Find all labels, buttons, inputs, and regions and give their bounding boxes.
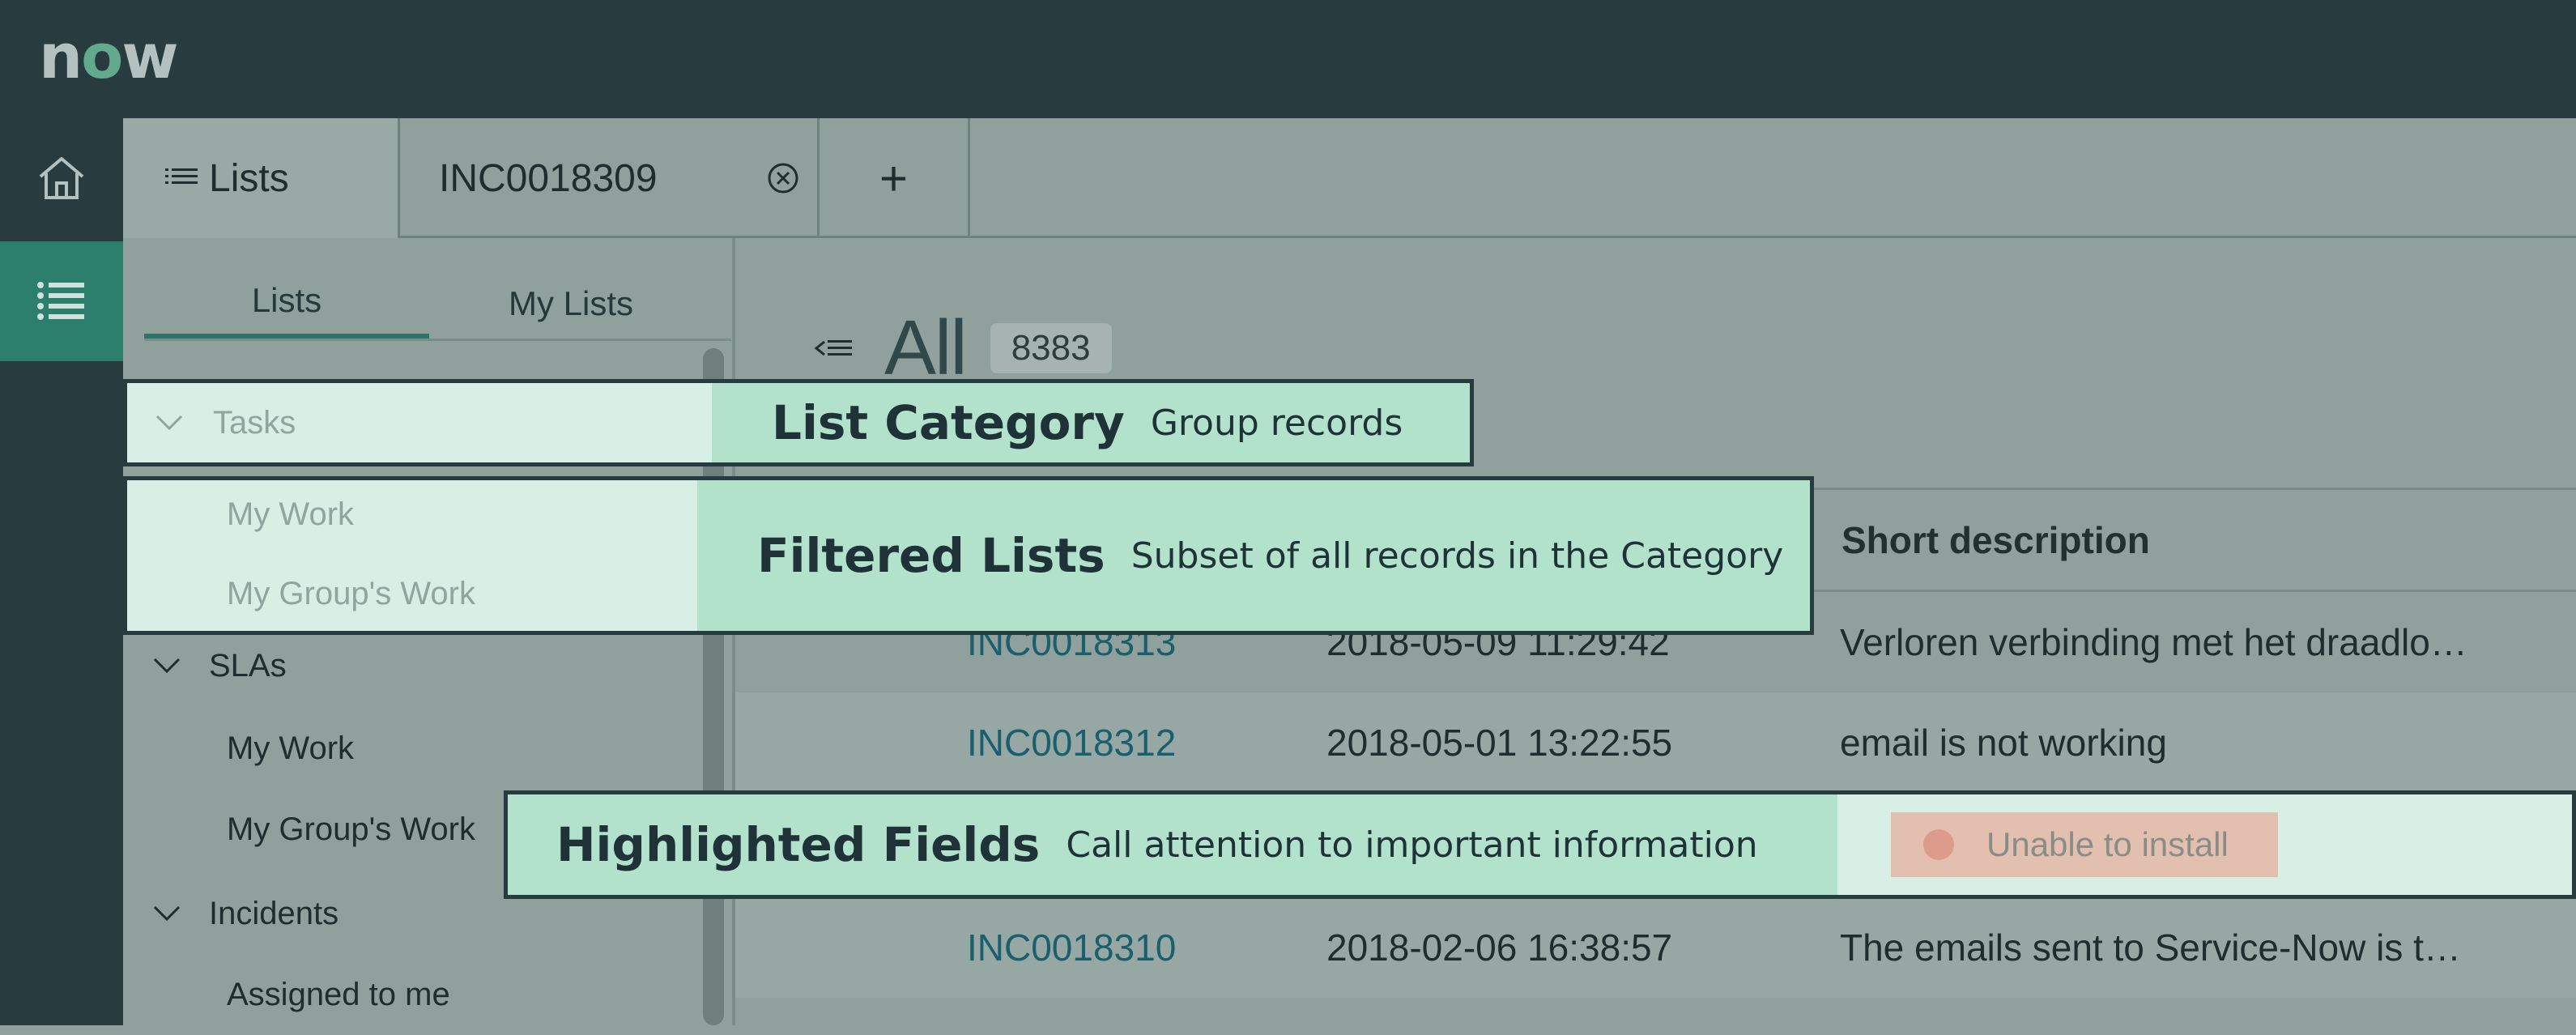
chevron-down-icon (143, 905, 191, 922)
new-tab-button[interactable]: + (820, 118, 970, 238)
logo-text: now (39, 20, 179, 92)
chevron-down-icon (143, 657, 191, 675)
sidebar-item-my-groups-work[interactable]: My Group's Work (227, 576, 475, 612)
tab-incident[interactable]: INC0018309 (400, 118, 820, 238)
highlighted-category-row[interactable]: Tasks (127, 383, 712, 462)
subtab-lists[interactable]: Lists (144, 267, 429, 340)
callout-highlighted-fields: Highlighted Fields Call attention to imp… (504, 790, 2576, 899)
table-row[interactable]: INC0018310 2018-02-06 16:38:57 The email… (735, 897, 2576, 998)
description-cell: email is not working (1840, 722, 2167, 764)
tab-label: Lists (209, 156, 289, 200)
home-icon (39, 157, 84, 199)
column-header-short-description[interactable]: Short description (1842, 518, 2150, 562)
list-icon (37, 282, 84, 320)
rail-lists-button[interactable] (0, 241, 123, 361)
tab-lists[interactable]: Lists (123, 118, 400, 238)
callout-list-category: Tasks List Category Group records (123, 379, 1474, 466)
chevron-down-icon (155, 415, 183, 431)
record-count-badge: 8383 (990, 323, 1112, 373)
sidebar-item-assigned-to-me[interactable]: Assigned to me (123, 954, 690, 1035)
category-label: Tasks (213, 404, 296, 441)
plus-icon: + (879, 151, 909, 206)
date-cell: 2018-05-01 13:22:55 (1326, 722, 1673, 764)
highlighted-description: Unable to install (1986, 825, 2229, 863)
sidebar-item-my-work[interactable]: My Work (227, 496, 354, 533)
collapse-list-icon[interactable] (813, 334, 858, 363)
category-label: SLAs (209, 647, 287, 684)
rail-home-button[interactable] (0, 118, 123, 238)
callout-description: Call attention to important information (1066, 824, 1758, 866)
table-row[interactable]: INC0018312 2018-05-01 13:22:55 email is … (735, 692, 2576, 793)
highlighted-filter-items: My Work My Group's Work (127, 480, 697, 631)
list-icon (165, 168, 198, 184)
callout-title: Filtered Lists (757, 528, 1105, 583)
description-cell: The emails sent to Service-Now is t… (1840, 926, 2461, 969)
sidebar-item-label: My Work (227, 730, 355, 766)
sidebar-item-label: My Group's Work (227, 811, 475, 847)
incident-number-link[interactable]: INC0018310 (967, 897, 1176, 998)
top-header (0, 0, 2576, 118)
highlighted-field-sample: Unable to install (1837, 794, 2572, 895)
subtab-my-lists[interactable]: My Lists (429, 267, 713, 340)
callout-description: Group records (1150, 402, 1403, 444)
description-cell: Verloren verbinding met het draadlo… (1840, 621, 2467, 663)
servicenow-logo[interactable]: now (39, 20, 179, 92)
sidebar-item-label: Assigned to me (227, 976, 450, 1012)
sidebar-item-sla-my-work[interactable]: My Work (123, 708, 690, 789)
close-circle-icon[interactable] (765, 160, 801, 196)
category-slas[interactable]: SLAs (123, 625, 690, 706)
callout-title: List Category (772, 395, 1125, 450)
subtab-divider (144, 339, 731, 341)
callout-description: Subset of all records in the Category (1130, 535, 1784, 577)
callout-title: Highlighted Fields (556, 817, 1041, 872)
tab-label: INC0018309 (439, 156, 658, 200)
incident-number-link[interactable]: INC0018312 (967, 692, 1176, 793)
callout-filtered-lists: My Work My Group's Work Filtered Lists S… (123, 476, 1814, 635)
category-label: Incidents (209, 895, 339, 931)
date-cell: 2018-02-06 16:38:57 (1326, 926, 1673, 969)
status-dot-icon (1923, 829, 1954, 860)
highlighted-field-pill: Unable to install (1891, 812, 2278, 877)
